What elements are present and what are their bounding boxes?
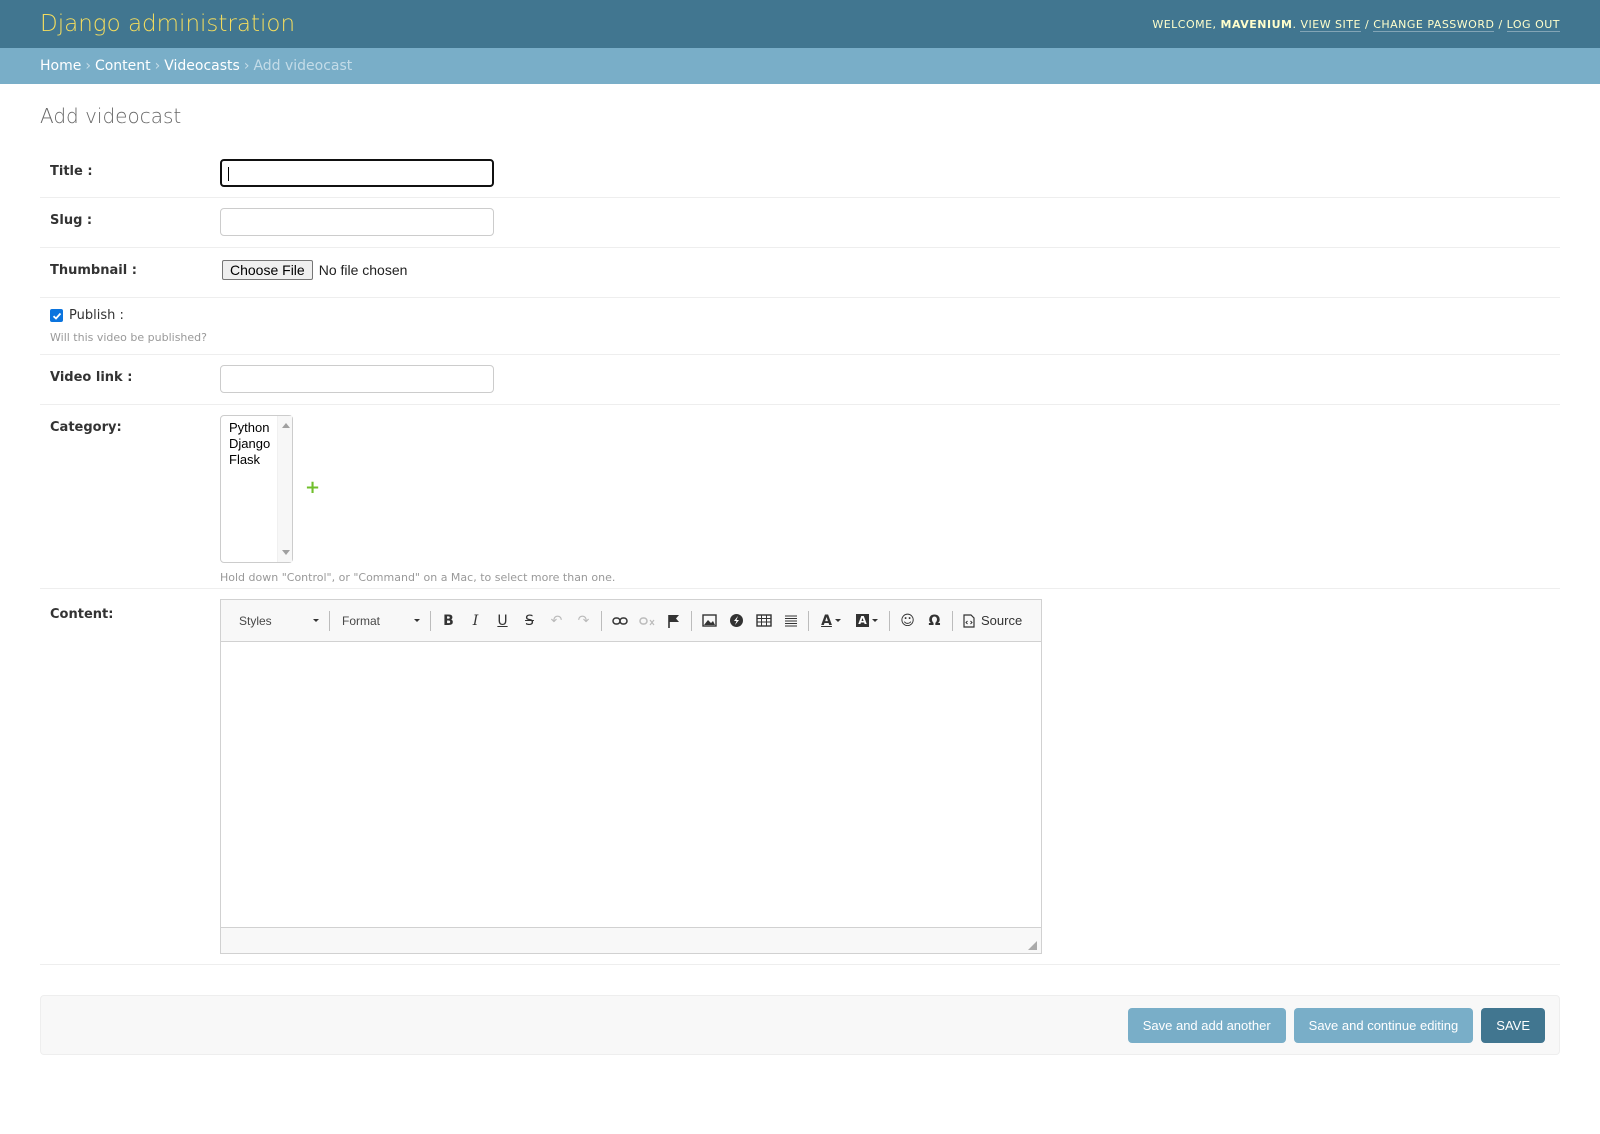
format-dropdown[interactable]: Format [334, 608, 426, 634]
breadcrumb-separator: › [85, 58, 91, 74]
rich-text-editor: Styles Format B I U S ↶ ↷ A A ☺ Ω Source [220, 599, 1042, 954]
text-color-icon[interactable]: A [813, 608, 849, 634]
category-row: Category: Python Django Flask + Hold dow… [40, 405, 1560, 589]
category-help-text: Hold down "Control", or "Command" on a M… [220, 571, 616, 584]
welcome-text: WELCOME, [1152, 17, 1217, 31]
horizontal-rule-icon[interactable] [777, 608, 804, 634]
undo-icon[interactable]: ↶ [543, 608, 570, 634]
format-label: Format [342, 613, 381, 628]
username: MAVENIUM [1220, 17, 1293, 31]
category-select[interactable]: Python Django Flask [220, 415, 293, 563]
source-icon [963, 613, 975, 628]
view-site-link[interactable]: VIEW SITE [1300, 17, 1361, 32]
underline-icon[interactable]: U [489, 608, 516, 634]
breadcrumb-separator: › [243, 58, 250, 74]
thumbnail-file-input: Choose File No file chosen [220, 258, 407, 280]
publish-row: Publish : Will this video be published? [40, 298, 1560, 355]
chevron-down-icon [414, 619, 420, 622]
special-char-icon[interactable]: Ω [921, 608, 948, 634]
redo-icon[interactable]: ↷ [570, 608, 597, 634]
breadcrumb-content[interactable]: Content [95, 58, 151, 74]
publish-help-text: Will this video be published? [50, 331, 207, 344]
editor-status-bar [221, 927, 1041, 953]
save-button[interactable]: SAVE [1481, 1007, 1545, 1043]
source-label: Source [981, 613, 1023, 628]
breadcrumb-videocasts[interactable]: Videocasts [164, 58, 240, 74]
anchor-icon[interactable] [660, 608, 687, 634]
image-icon[interactable] [696, 608, 723, 634]
publish-label: Publish : [69, 308, 124, 323]
italic-icon[interactable]: I [462, 608, 489, 634]
editor-toolbar: Styles Format B I U S ↶ ↷ A A ☺ Ω Source [221, 600, 1041, 642]
slug-label: Slug : [50, 213, 93, 228]
thumbnail-label: Thumbnail : [50, 263, 137, 278]
title-label: Title : [50, 164, 93, 179]
site-branding[interactable]: Django administration [40, 11, 295, 37]
video-link-label: Video link : [50, 370, 133, 385]
video-link-row: Video link : [40, 355, 1560, 405]
change-password-link[interactable]: CHANGE PASSWORD [1373, 17, 1495, 32]
toolbar-separator [601, 610, 602, 631]
strikethrough-icon[interactable]: S [516, 608, 543, 634]
breadcrumb-current: Add videocast [253, 58, 353, 74]
toolbar-separator [889, 610, 890, 631]
flash-icon[interactable] [723, 608, 750, 634]
scroll-down-icon[interactable] [282, 550, 290, 555]
category-label: Category: [50, 420, 122, 435]
scrollbar[interactable] [277, 416, 292, 562]
smiley-icon[interactable]: ☺ [894, 608, 921, 634]
toolbar-separator [808, 610, 809, 631]
background-color-icon[interactable]: A [849, 608, 885, 634]
title-row: Title : [40, 148, 1560, 198]
header: Django administration WELCOME, MAVENIUM.… [0, 0, 1600, 48]
editor-content-area[interactable] [221, 642, 1041, 927]
unlink-icon[interactable] [633, 608, 660, 634]
user-tools: WELCOME, MAVENIUM. VIEW SITE / CHANGE PA… [1152, 17, 1560, 32]
toolbar-separator [430, 610, 431, 631]
toolbar-separator [952, 610, 953, 631]
styles-dropdown[interactable]: Styles [227, 608, 325, 634]
source-button[interactable]: Source [957, 613, 1028, 628]
page-title: Add videocast [40, 104, 182, 128]
link-icon[interactable] [606, 608, 633, 634]
submit-row: Save and add another Save and continue e… [40, 995, 1560, 1055]
resize-handle-icon[interactable] [1028, 941, 1037, 950]
content-label: Content: [50, 607, 114, 622]
save-and-add-another-button[interactable]: Save and add another [1127, 1007, 1286, 1043]
breadcrumb-home[interactable]: Home [40, 58, 81, 74]
video-link-input[interactable] [220, 365, 494, 393]
scroll-up-icon[interactable] [282, 423, 290, 428]
toolbar-separator [329, 610, 330, 631]
bold-icon[interactable]: B [435, 608, 462, 634]
chevron-down-icon [834, 619, 841, 622]
toolbar-separator [691, 610, 692, 631]
chevron-down-icon [313, 619, 319, 622]
table-icon[interactable] [750, 608, 777, 634]
slug-input[interactable] [220, 208, 494, 236]
save-and-continue-button[interactable]: Save and continue editing [1293, 1007, 1474, 1043]
content-row: Content: Styles Format B I U S ↶ ↷ A A ☺… [40, 589, 1560, 965]
log-out-link[interactable]: LOG OUT [1506, 17, 1560, 32]
styles-label: Styles [239, 613, 272, 628]
breadcrumb: Home › Content › Videocasts › Add videoc… [0, 48, 1600, 84]
title-input[interactable] [220, 159, 494, 187]
separator: / [1364, 17, 1370, 31]
chevron-down-icon [871, 619, 878, 622]
plus-icon[interactable]: + [305, 477, 320, 498]
choose-file-button[interactable]: Choose File [222, 260, 313, 280]
breadcrumb-separator: › [154, 58, 161, 74]
file-status: No file chosen [318, 262, 408, 278]
text-caret [228, 167, 229, 181]
main-content: Add videocast Title : Slug : Thumbnail :… [0, 84, 1600, 1055]
publish-checkbox[interactable] [50, 309, 63, 322]
slug-row: Slug : [40, 198, 1560, 248]
separator: / [1498, 17, 1503, 31]
thumbnail-row: Thumbnail : Choose File No file chosen [40, 248, 1560, 298]
